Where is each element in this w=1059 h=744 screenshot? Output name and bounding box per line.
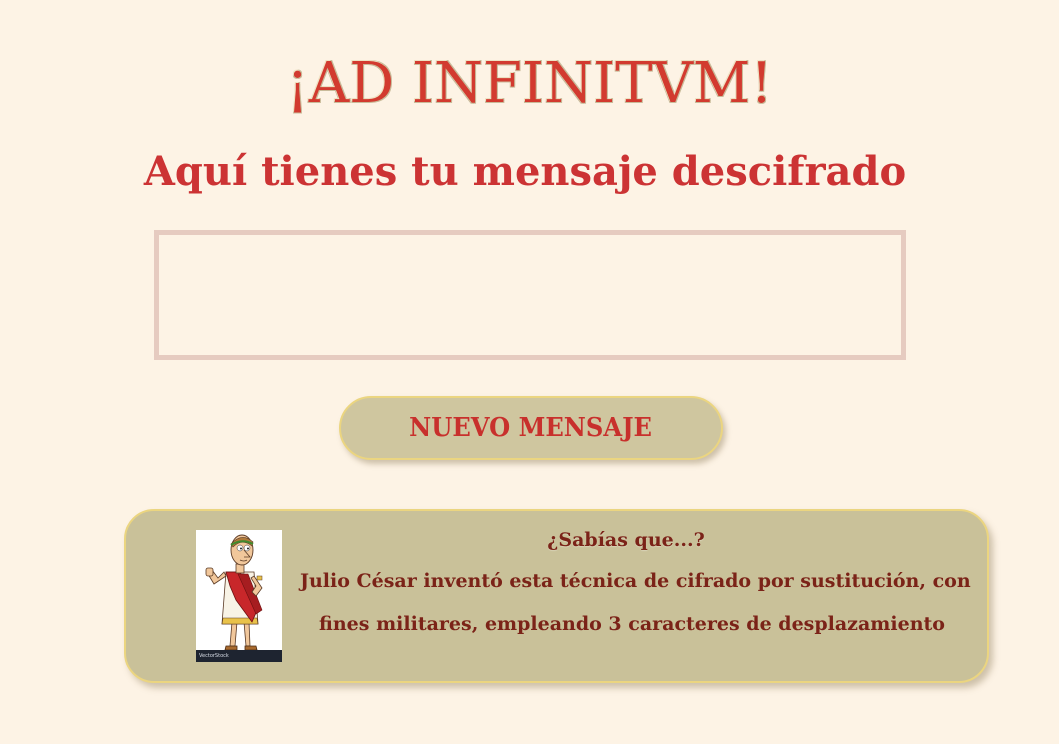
julius-caesar-illustration: VectorStock [196, 530, 282, 662]
page-subtitle: Aquí tienes tu mensaje descifrado [143, 148, 907, 195]
new-message-button-label: NUEVO MENSAJE [409, 413, 653, 443]
new-message-button[interactable]: NUEVO MENSAJE [339, 396, 723, 460]
page: ¡AD INFINITVM! Aquí tienes tu mensaje de… [0, 0, 1059, 744]
fact-text-line-1: Julio César inventó esta técnica de cifr… [300, 570, 971, 592]
page-title: ¡AD INFINITVM! [286, 51, 773, 116]
fact-text-line-2: fines militares, empleando 3 caracteres … [319, 613, 945, 635]
decoded-message-output[interactable] [154, 230, 906, 360]
image-credit: VectorStock [199, 653, 229, 659]
fact-panel: VectorStock ¿Sabías que...? Julio César … [124, 509, 989, 683]
fact-title: ¿Sabías que...? [547, 529, 705, 551]
